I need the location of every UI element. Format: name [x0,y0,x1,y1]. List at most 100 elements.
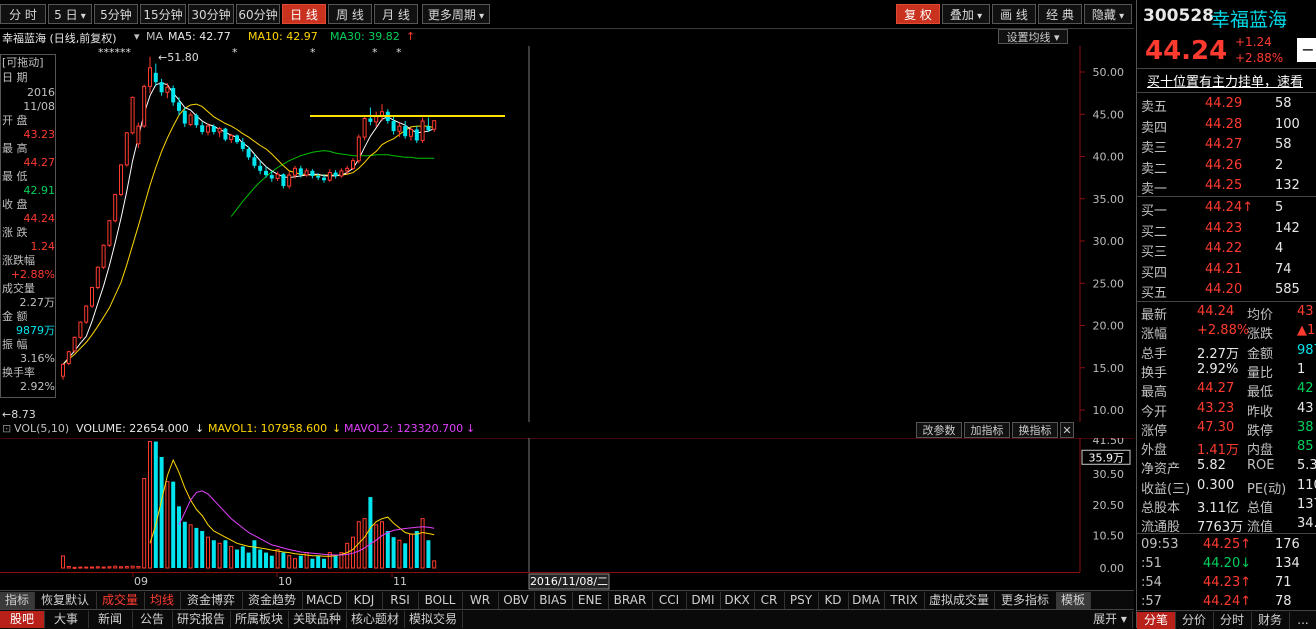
candle-body [293,167,297,176]
indicator-tab-1[interactable]: 恢复默认 [34,592,97,609]
period-tab-weekly[interactable]: 周 线 [328,4,372,24]
indicator-tab-6[interactable]: MACD [302,592,347,609]
indicator-tab-20[interactable]: KD [818,592,849,609]
tick-price: 44.20↓ [1203,556,1252,571]
indicator-tab-16[interactable]: DMI [686,592,721,609]
quote-panel: 300528 幸福蓝海 44.24 +1.24 +2.88% − 买十位置有主力… [1136,0,1316,629]
candle-body [333,172,338,176]
info-pct-label: 涨跌幅 [2,254,35,267]
volume-chart[interactable]: 41.50 35.9万 30.50 20.50 10.50 0.00 [0,438,1134,572]
switch-indicator-button[interactable]: 换指标 [1012,422,1058,438]
indicator-tab-14[interactable]: BRAR [608,592,653,609]
candle-body [403,126,408,137]
stat-label: 今开 [1141,404,1168,420]
expand-dropdown[interactable]: 展开 ▾ [1088,611,1133,628]
ask-price: 44.25 [1205,178,1243,193]
period-tab-5day[interactable]: 5 日 [48,4,92,24]
indicator-tab-22[interactable]: TRIX [884,592,925,609]
ma-menu-icon[interactable]: ▾ [134,30,140,43]
indicator-tab-23[interactable]: 虚拟成交量 [924,592,995,609]
classic-button[interactable]: 经 典 [1038,4,1082,24]
indicator-tab-15[interactable]: CCI [652,592,687,609]
indicator-tab-11[interactable]: OBV [498,592,535,609]
quote-name: 幸福蓝海 [1211,9,1288,31]
bottom-tab-6[interactable]: 关联品种 [288,611,347,628]
indicator-tab-17[interactable]: DKX [720,592,755,609]
bottom-tab-2[interactable]: 新闻 [88,611,133,628]
indicator-tab-10[interactable]: WR [462,592,499,609]
quote-tab-1[interactable]: 分价 [1175,612,1214,629]
indicator-tab-4[interactable]: 资金博弈 [180,592,243,609]
period-tab-monthly[interactable]: 月 线 [374,4,418,24]
period-tab-15min[interactable]: 15分钟 [140,4,186,24]
more-periods-dropdown[interactable]: 更多周期 [422,4,490,24]
indicator-tab-24[interactable]: 更多指标 [994,592,1057,609]
indicator-tab-2[interactable]: 成交量 [96,592,145,609]
draw-line-button[interactable]: 画 线 [992,4,1036,24]
volume-bar [148,441,152,569]
add-indicator-button[interactable]: 加指标 [964,422,1010,438]
candle-info-panel[interactable]: [可拖动] 日 期 2016 11/08 开 盘 43.23 最 高 44.27… [0,54,56,398]
volume-bar [414,530,419,568]
vol-axis-label: 10.50 [1093,530,1125,543]
bottom-tab-8[interactable]: 模拟交易 [404,611,463,628]
quote-tab-3[interactable]: 财务 [1251,612,1290,629]
period-tab-30min[interactable]: 30分钟 [188,4,234,24]
overlay-dropdown[interactable]: 叠加 [942,4,990,24]
stat-label: 昨收 [1247,404,1274,420]
bottom-tab-7[interactable]: 核心题材 [346,611,405,628]
bottom-tab-1[interactable]: 大事 [44,611,89,628]
volume-bar [264,552,268,568]
stat-label: 最高 [1141,385,1168,401]
vol-indicator-name: VOL(5,10) [14,422,70,435]
volume-bar [391,537,396,568]
indicator-tab-3[interactable]: 均线 [144,592,181,609]
indicator-tab-9[interactable]: BOLL [418,592,463,609]
period-tab-60min[interactable]: 60分钟 [236,4,280,24]
volume-menu-icon[interactable]: ⊡ [2,422,11,435]
hide-dropdown[interactable]: 隐藏 [1084,4,1132,24]
indicator-tab-8[interactable]: RSI [382,592,419,609]
period-tab-5min[interactable]: 5分钟 [94,4,138,24]
indicator-tab-21[interactable]: DMA [848,592,885,609]
ask-volume: 58 [1275,96,1292,111]
candlestick-chart[interactable]: 50.00 45.00 40.00 35.00 30.00 25.00 20.00 15.00… [0,46,1134,422]
quote-tab-4[interactable]: ... [1289,612,1316,629]
candle-body [391,121,396,132]
indicator-tab-5[interactable]: 资金趋势 [242,592,303,609]
indicator-tab-18[interactable]: CR [754,592,785,609]
volume-bar [362,518,367,569]
candle-body [345,167,350,172]
indicator-tab-12[interactable]: BIAS [534,592,573,609]
bottom-tab-3[interactable]: 公告 [132,611,173,628]
set-ma-dropdown[interactable]: 设置均线 ▾ [998,29,1068,44]
period-tab-intraday[interactable]: 分 时 [0,4,46,24]
indicator-tab-19[interactable]: PSY [784,592,819,609]
indicator-tab-7[interactable]: KDJ [346,592,383,609]
close-indicator-button[interactable]: ✕ [1060,422,1074,438]
stat-label: 涨跌 [1247,327,1274,343]
bottom-tab-5[interactable]: 所属板块 [230,611,289,628]
info-drag-header[interactable]: [可拖动] [2,56,56,69]
quote-change: +1.24 [1235,35,1272,49]
collapse-icon[interactable]: − [1297,38,1316,62]
adjust-button[interactable]: 复 权 [896,4,940,24]
period-tab-daily[interactable]: 日 线 [282,4,326,24]
quote-tab-0[interactable]: 分笔 [1137,612,1176,629]
indicator-tab-0[interactable]: 指标 [0,592,35,609]
vol-axis-label: 35.9万 [1089,451,1125,464]
bottom-tab-4[interactable]: 研究报告 [172,611,231,628]
change-params-button[interactable]: 改参数 [916,422,962,438]
candle-body [339,170,344,177]
indicator-tab-25[interactable]: 模板 [1056,592,1091,609]
indicator-tab-13[interactable]: ENE [572,592,609,609]
tick-time: :57 [1141,594,1162,609]
mavol1-down-arrow-icon: ↓ [332,422,342,435]
bottom-tab-0[interactable]: 股吧 [0,611,45,628]
volume-bar [281,552,286,568]
quote-pct: +2.88% [1235,51,1284,65]
main-order-notice-link[interactable]: 买十位置有主力挂单，速看 [1147,71,1303,90]
quote-tab-2[interactable]: 分时 [1213,612,1252,629]
price-axis-label: 25.00 [1093,277,1125,290]
volume-bar [72,566,77,569]
